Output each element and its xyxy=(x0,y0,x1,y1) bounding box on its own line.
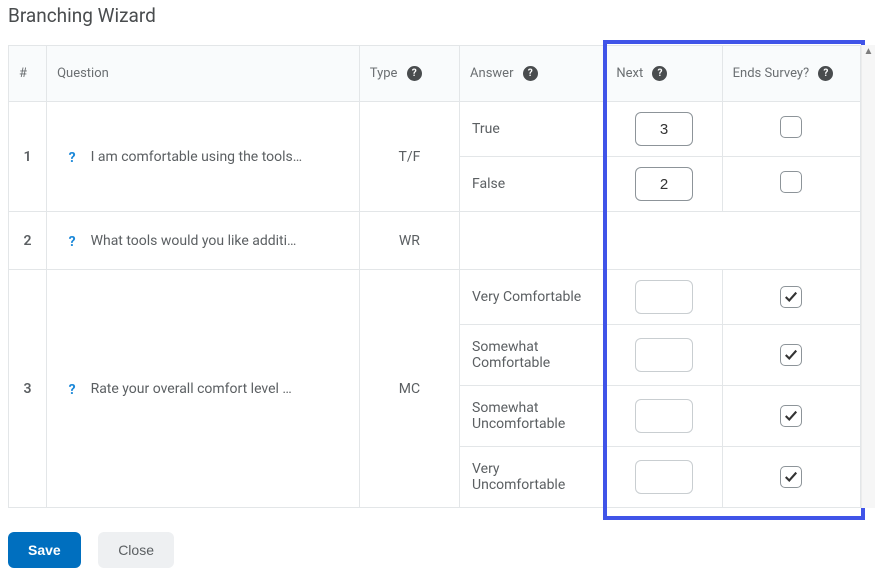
next-input[interactable] xyxy=(635,167,693,201)
answer-label: Very Uncomfortable xyxy=(460,447,606,508)
ends-checkbox[interactable] xyxy=(780,116,802,138)
col-ends: Ends Survey? ? xyxy=(722,46,860,102)
question-type: MC xyxy=(359,270,459,508)
col-type-label: Type xyxy=(370,66,398,81)
ends-checkbox[interactable] xyxy=(780,466,802,488)
page-title: Branching Wizard xyxy=(8,4,875,27)
col-ends-label: Ends Survey? xyxy=(733,66,810,81)
question-icon: ? xyxy=(65,235,79,249)
col-question: Question xyxy=(47,46,360,102)
question-text: I am comfortable using the tools… xyxy=(91,149,303,165)
answer-label: True xyxy=(460,102,606,157)
ends-checkbox[interactable] xyxy=(780,405,802,427)
question-cell: ? I am comfortable using the tools… xyxy=(47,102,360,212)
question-text: What tools would you like additi… xyxy=(91,233,297,249)
col-type: Type ? xyxy=(359,46,459,102)
save-button[interactable]: Save xyxy=(8,532,81,568)
question-cell: ? What tools would you like additi… xyxy=(47,212,360,270)
question-icon: ? xyxy=(65,151,79,165)
col-answer-label: Answer xyxy=(470,66,513,81)
answer-label: Somewhat Comfortable xyxy=(460,325,606,386)
question-icon: ? xyxy=(65,383,79,397)
question-type: T/F xyxy=(359,102,459,212)
table-row: 1 ? I am comfortable using the tools… T/… xyxy=(9,102,861,157)
next-input[interactable] xyxy=(635,399,693,433)
next-input[interactable] xyxy=(635,338,693,372)
help-icon[interactable]: ? xyxy=(818,66,833,81)
empty-cell xyxy=(460,212,861,270)
row-number: 2 xyxy=(9,212,47,270)
table-row: 2 ? What tools would you like additi… WR xyxy=(9,212,861,270)
ends-checkbox[interactable] xyxy=(780,344,802,366)
close-button[interactable]: Close xyxy=(98,532,174,568)
next-input[interactable] xyxy=(635,112,693,146)
button-row: Save Close xyxy=(8,532,875,568)
help-icon[interactable]: ? xyxy=(523,66,538,81)
question-type: WR xyxy=(359,212,459,270)
col-next: Next ? xyxy=(606,46,722,102)
ends-checkbox[interactable] xyxy=(780,171,802,193)
next-input[interactable] xyxy=(635,280,693,314)
branching-table: # Question Type ? Answer ? Next ? Ends S… xyxy=(8,45,861,508)
row-number: 3 xyxy=(9,270,47,508)
question-text: Rate your overall comfort level … xyxy=(91,381,292,397)
row-number: 1 xyxy=(9,102,47,212)
col-num: # xyxy=(9,46,47,102)
help-icon[interactable]: ? xyxy=(407,66,422,81)
col-next-label: Next xyxy=(616,66,643,81)
answer-label: False xyxy=(460,157,606,212)
answer-label: Somewhat Uncomfortable xyxy=(460,386,606,447)
vertical-scrollbar[interactable]: ▲ xyxy=(861,45,875,508)
scroll-up-icon[interactable]: ▲ xyxy=(862,45,875,59)
question-cell: ? Rate your overall comfort level … xyxy=(47,270,360,508)
next-input[interactable] xyxy=(635,460,693,494)
ends-checkbox[interactable] xyxy=(780,286,802,308)
table-row: 3 ? Rate your overall comfort level … MC… xyxy=(9,270,861,325)
col-answer: Answer ? xyxy=(460,46,606,102)
answer-label: Very Comfortable xyxy=(460,270,606,325)
help-icon[interactable]: ? xyxy=(652,66,667,81)
